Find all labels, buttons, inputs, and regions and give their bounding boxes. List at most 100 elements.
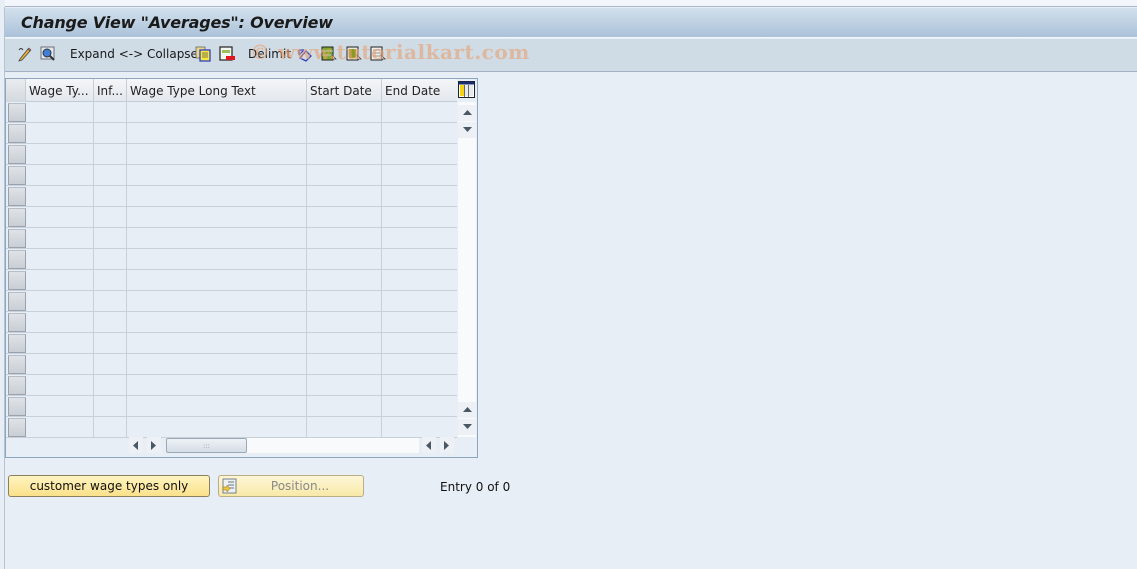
table-cell-long-text[interactable] bbox=[127, 165, 307, 186]
table-cell-start-date[interactable] bbox=[307, 375, 382, 396]
column-header-wage-type[interactable]: Wage Ty... bbox=[26, 79, 94, 102]
table-cell-wage-type[interactable] bbox=[26, 207, 94, 228]
table-cell-infotype[interactable] bbox=[94, 417, 127, 438]
table-cell-start-date[interactable] bbox=[307, 207, 382, 228]
table-cell-infotype[interactable] bbox=[94, 186, 127, 207]
table-cell-end-date[interactable] bbox=[382, 333, 457, 354]
row-selector[interactable] bbox=[8, 145, 26, 164]
table-cell-start-date[interactable] bbox=[307, 333, 382, 354]
table-cell-end-date[interactable] bbox=[382, 375, 457, 396]
table-cell-infotype[interactable] bbox=[94, 123, 127, 144]
table-cell-end-date[interactable] bbox=[382, 312, 457, 333]
scroll-far-right-button[interactable] bbox=[440, 437, 454, 453]
row-selector[interactable] bbox=[8, 418, 26, 437]
column-header-start-date[interactable]: Start Date bbox=[307, 79, 382, 102]
row-selector[interactable] bbox=[8, 292, 26, 311]
delete-button[interactable] bbox=[219, 45, 235, 63]
select-button[interactable] bbox=[40, 45, 56, 63]
row-selector[interactable] bbox=[8, 124, 26, 143]
undo-change-button[interactable] bbox=[297, 45, 313, 63]
table-cell-infotype[interactable] bbox=[94, 396, 127, 417]
copy-as-button[interactable] bbox=[195, 45, 211, 63]
table-cell-end-date[interactable] bbox=[382, 123, 457, 144]
table-cell-start-date[interactable] bbox=[307, 312, 382, 333]
scroll-down-button[interactable] bbox=[458, 122, 476, 138]
scroll-far-left-button[interactable] bbox=[422, 437, 436, 453]
table-cell-infotype[interactable] bbox=[94, 291, 127, 312]
table-cell-infotype[interactable] bbox=[94, 312, 127, 333]
row-selector[interactable] bbox=[8, 397, 26, 416]
column-header-infotype[interactable]: Inf... bbox=[94, 79, 127, 102]
table-cell-wage-type[interactable] bbox=[26, 144, 94, 165]
table-cell-wage-type[interactable] bbox=[26, 312, 94, 333]
table-cell-wage-type[interactable] bbox=[26, 354, 94, 375]
table-cell-wage-type[interactable] bbox=[26, 396, 94, 417]
scroll-left-button[interactable] bbox=[129, 437, 143, 453]
row-selector[interactable] bbox=[8, 166, 26, 185]
table-cell-end-date[interactable] bbox=[382, 270, 457, 291]
table-cell-wage-type[interactable] bbox=[26, 249, 94, 270]
deselect-all-button[interactable] bbox=[370, 45, 386, 63]
table-cell-wage-type[interactable] bbox=[26, 333, 94, 354]
table-cell-end-date[interactable] bbox=[382, 144, 457, 165]
table-cell-wage-type[interactable] bbox=[26, 291, 94, 312]
table-cell-infotype[interactable] bbox=[94, 249, 127, 270]
table-cell-start-date[interactable] bbox=[307, 270, 382, 291]
customer-wage-types-only-button[interactable]: customer wage types only bbox=[8, 475, 210, 497]
table-cell-infotype[interactable] bbox=[94, 207, 127, 228]
row-selector[interactable] bbox=[8, 355, 26, 374]
table-cell-long-text[interactable] bbox=[127, 312, 307, 333]
column-header-end-date[interactable]: End Date bbox=[382, 79, 457, 102]
table-cell-long-text[interactable] bbox=[127, 333, 307, 354]
table-cell-start-date[interactable] bbox=[307, 186, 382, 207]
table-cell-infotype[interactable] bbox=[94, 228, 127, 249]
table-cell-long-text[interactable] bbox=[127, 291, 307, 312]
row-selector[interactable] bbox=[8, 229, 26, 248]
table-cell-end-date[interactable] bbox=[382, 417, 457, 438]
table-cell-infotype[interactable] bbox=[94, 333, 127, 354]
position-button[interactable]: Position... bbox=[218, 475, 364, 497]
table-cell-wage-type[interactable] bbox=[26, 375, 94, 396]
row-selector[interactable] bbox=[8, 208, 26, 227]
table-cell-long-text[interactable] bbox=[127, 186, 307, 207]
table-cell-start-date[interactable] bbox=[307, 291, 382, 312]
row-selector[interactable] bbox=[8, 313, 26, 332]
table-cell-long-text[interactable] bbox=[127, 228, 307, 249]
table-cell-start-date[interactable] bbox=[307, 354, 382, 375]
table-cell-end-date[interactable] bbox=[382, 186, 457, 207]
table-cell-long-text[interactable] bbox=[127, 417, 307, 438]
table-cell-start-date[interactable] bbox=[307, 102, 382, 123]
table-cell-long-text[interactable] bbox=[127, 249, 307, 270]
table-settings-button[interactable] bbox=[458, 81, 475, 98]
table-cell-wage-type[interactable] bbox=[26, 186, 94, 207]
table-cell-wage-type[interactable] bbox=[26, 417, 94, 438]
delimit-button[interactable]: Delimit bbox=[248, 45, 291, 63]
table-cell-long-text[interactable] bbox=[127, 354, 307, 375]
table-cell-infotype[interactable] bbox=[94, 354, 127, 375]
scroll-up-button[interactable] bbox=[458, 105, 476, 121]
horizontal-scroll-thumb[interactable]: ::: bbox=[166, 438, 247, 453]
table-cell-end-date[interactable] bbox=[382, 207, 457, 228]
table-cell-long-text[interactable] bbox=[127, 123, 307, 144]
table-cell-end-date[interactable] bbox=[382, 354, 457, 375]
table-cell-wage-type[interactable] bbox=[26, 270, 94, 291]
table-cell-end-date[interactable] bbox=[382, 102, 457, 123]
table-cell-start-date[interactable] bbox=[307, 396, 382, 417]
row-selector[interactable] bbox=[8, 271, 26, 290]
table-cell-start-date[interactable] bbox=[307, 228, 382, 249]
table-cell-long-text[interactable] bbox=[127, 207, 307, 228]
table-cell-end-date[interactable] bbox=[382, 291, 457, 312]
column-header-long-text[interactable]: Wage Type Long Text bbox=[127, 79, 307, 102]
table-cell-wage-type[interactable] bbox=[26, 123, 94, 144]
table-cell-wage-type[interactable] bbox=[26, 228, 94, 249]
table-cell-long-text[interactable] bbox=[127, 270, 307, 291]
table-cell-end-date[interactable] bbox=[382, 396, 457, 417]
select-all-button[interactable] bbox=[321, 45, 337, 63]
horizontal-scrollbar[interactable]: ::: bbox=[6, 437, 457, 457]
table-cell-infotype[interactable] bbox=[94, 270, 127, 291]
vertical-scrollbar[interactable] bbox=[458, 102, 476, 437]
row-selector[interactable] bbox=[8, 103, 26, 122]
table-cell-infotype[interactable] bbox=[94, 102, 127, 123]
scroll-page-up-button[interactable] bbox=[458, 402, 476, 418]
table-cell-start-date[interactable] bbox=[307, 249, 382, 270]
